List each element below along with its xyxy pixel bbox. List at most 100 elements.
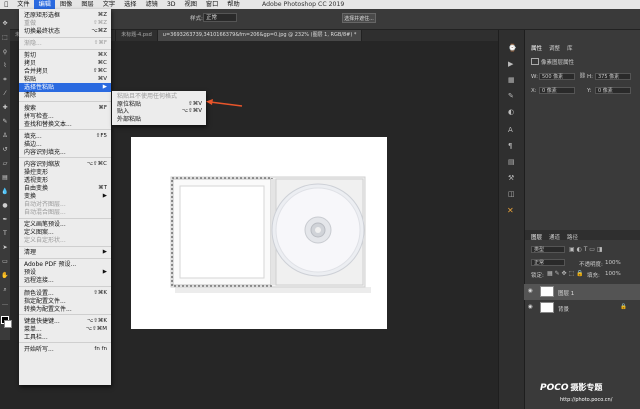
- layer-row[interactable]: ◉ 背景 🔒: [524, 300, 640, 316]
- move-tool-icon[interactable]: ✥: [1, 20, 9, 28]
- tab-layers[interactable]: 图层: [531, 233, 542, 241]
- visibility-eye-icon[interactable]: ◉: [528, 288, 533, 294]
- edit-menu-item[interactable]: 清除: [19, 91, 111, 100]
- menu-item-shortcut: ⇧⌘F: [93, 40, 107, 47]
- tab-properties[interactable]: 属性: [531, 44, 542, 52]
- opacity-value[interactable]: 100%: [605, 260, 621, 266]
- submenu-item[interactable]: 外部粘贴: [112, 116, 206, 124]
- y-field[interactable]: 0 像素: [595, 87, 631, 94]
- background-color-swatch[interactable]: [4, 320, 12, 328]
- menu-separator: [19, 36, 111, 38]
- tool-presets-icon[interactable]: ⚒: [508, 174, 514, 182]
- tab-paths[interactable]: 路径: [567, 233, 578, 241]
- menubar-item[interactable]: 文字: [98, 0, 119, 9]
- notes-panel-icon[interactable]: ▤: [508, 158, 515, 166]
- visibility-eye-icon[interactable]: ◉: [528, 304, 533, 310]
- tab-adjustments[interactable]: 调整: [549, 44, 560, 52]
- menubar-item[interactable]: 图层: [77, 0, 98, 9]
- lock-icon[interactable]: 🔒: [620, 304, 627, 310]
- menu-item-shortcut: ⇧⌘V: [188, 100, 202, 107]
- menubar-item[interactable]: 帮助: [223, 0, 244, 9]
- menu-item-label: 查找和替换文本...: [24, 120, 72, 128]
- fill-label: 填充:: [587, 273, 600, 279]
- layer-row[interactable]: ◉ 图层 1: [524, 284, 640, 300]
- right-panels: 属性 调整 库 像素图层属性 W: 500 像素 ⛓ H: 375 像素 X: …: [524, 30, 640, 409]
- timeline-panel-icon[interactable]: ◫: [508, 190, 515, 198]
- brushes-panel-icon[interactable]: ✎: [508, 92, 514, 100]
- blur-tool-icon[interactable]: 💧: [1, 188, 9, 196]
- fill-value[interactable]: 100%: [605, 271, 621, 277]
- document-tab[interactable]: u=3693263739,3410166379&fm=206&gp=0.jpg …: [157, 30, 363, 41]
- blend-mode-select[interactable]: 正常: [531, 259, 565, 266]
- menubar-item[interactable]: 图像: [55, 0, 76, 9]
- actions-panel-icon[interactable]: ▶: [508, 60, 513, 68]
- submenu-item[interactable]: 贴入 ⌥⇧⌘V: [112, 108, 206, 116]
- menubar-item[interactable]: 编辑: [34, 0, 56, 9]
- menubar-item[interactable]: 选择: [120, 0, 141, 9]
- history-brush-icon[interactable]: ↺: [1, 146, 9, 154]
- hand-tool-icon[interactable]: ✋: [1, 272, 9, 280]
- edit-menu-item[interactable]: 开始听写... fn fn: [19, 345, 111, 354]
- document-tab[interactable]: 未标题-4.psd: [116, 30, 158, 41]
- quick-select-tool-icon[interactable]: ⌇: [1, 62, 9, 70]
- adjustments-panel-icon[interactable]: ◐: [508, 108, 514, 116]
- menu-separator: [19, 129, 111, 131]
- brush-tool-icon[interactable]: ✎: [1, 118, 9, 126]
- apple-menu-icon[interactable]: : [0, 0, 13, 9]
- filter-toggle-icons[interactable]: ▣ ◐ T ▭ ◨: [569, 246, 603, 253]
- lock-icons[interactable]: ▦ ✎ ✥ ⬚ 🔒: [547, 270, 584, 277]
- lasso-tool-icon[interactable]: ϙ: [1, 48, 9, 56]
- eyedropper-tool-icon[interactable]: ⁄: [1, 90, 9, 98]
- style-select[interactable]: 正常: [203, 13, 237, 22]
- layer-name[interactable]: 图层 1: [558, 289, 574, 297]
- crop-tool-icon[interactable]: ⌗: [1, 76, 9, 84]
- menu-item-shortcut: ▶: [102, 249, 107, 256]
- link-icon[interactable]: ⛓: [579, 73, 586, 79]
- edit-menu-item[interactable]: 远程连接...: [19, 276, 111, 285]
- history-panel-icon[interactable]: ⌚: [508, 44, 517, 52]
- width-field[interactable]: 500 像素: [539, 73, 575, 80]
- menu-item-label: 工具栏...: [24, 333, 48, 341]
- x-field[interactable]: 0 像素: [539, 87, 575, 94]
- zoom-tool-icon[interactable]: ⌕: [1, 286, 9, 294]
- swatches-panel-icon[interactable]: ▦: [508, 76, 515, 84]
- edit-menu-item[interactable]: 查找和替换文本...: [19, 120, 111, 129]
- layer-name[interactable]: 背景: [558, 305, 569, 313]
- edit-menu-item: 自动混合图层...: [19, 208, 111, 217]
- type-tool-icon[interactable]: T: [1, 230, 9, 238]
- menubar-item[interactable]: 窗口: [201, 0, 222, 9]
- healing-brush-icon[interactable]: ✚: [1, 104, 9, 112]
- menubar-item[interactable]: 文件: [13, 0, 34, 9]
- document-canvas[interactable]: [131, 137, 387, 329]
- select-and-mask-button[interactable]: 选择并遮住...: [342, 13, 376, 23]
- stamp-tool-icon[interactable]: ♙: [1, 132, 9, 140]
- submenu-item[interactable]: 原位粘贴 ⇧⌘V: [112, 101, 206, 109]
- edit-menu-item[interactable]: 切换最终状态 ⌥⌘Z: [19, 27, 111, 36]
- menubar-item[interactable]: 3D: [162, 0, 180, 9]
- shape-tool-icon[interactable]: ▭: [1, 258, 9, 266]
- gradient-tool-icon[interactable]: ▤: [1, 174, 9, 182]
- layer-filter-select[interactable]: 类型: [531, 246, 565, 253]
- menu-item-label: 自动混合图层...: [24, 209, 66, 217]
- pen-tool-icon[interactable]: ✒: [1, 216, 9, 224]
- menu-item-label: 粘贴且不使用任何格式: [117, 93, 178, 100]
- more-tools-icon[interactable]: …: [1, 300, 9, 308]
- path-select-icon[interactable]: ➤: [1, 244, 9, 252]
- dodge-tool-icon[interactable]: ●: [1, 202, 9, 210]
- height-field[interactable]: 375 像素: [595, 73, 631, 80]
- paragraph-panel-icon[interactable]: ¶: [508, 142, 512, 150]
- marquee-tool-icon[interactable]: ⬚: [1, 34, 9, 42]
- cross-tool-icon[interactable]: ✕: [507, 206, 514, 215]
- menubar-item[interactable]: 视图: [180, 0, 201, 9]
- menu-item-label: 贴入: [117, 108, 130, 115]
- edit-menu-item[interactable]: 转换为配置文件...: [19, 305, 111, 314]
- edit-menu-item[interactable]: 工具栏...: [19, 333, 111, 342]
- menubar-item[interactable]: 滤镜: [141, 0, 162, 9]
- edit-menu-item[interactable]: 内容识别填充...: [19, 148, 111, 157]
- character-panel-icon[interactable]: A: [508, 126, 513, 134]
- edit-menu-item[interactable]: 清理 ▶: [19, 248, 111, 257]
- eraser-tool-icon[interactable]: ▱: [1, 160, 9, 168]
- tab-channels[interactable]: 通道: [549, 233, 560, 241]
- tab-libraries[interactable]: 库: [567, 44, 573, 52]
- edit-menu-item: 定义自定形状...: [19, 236, 111, 245]
